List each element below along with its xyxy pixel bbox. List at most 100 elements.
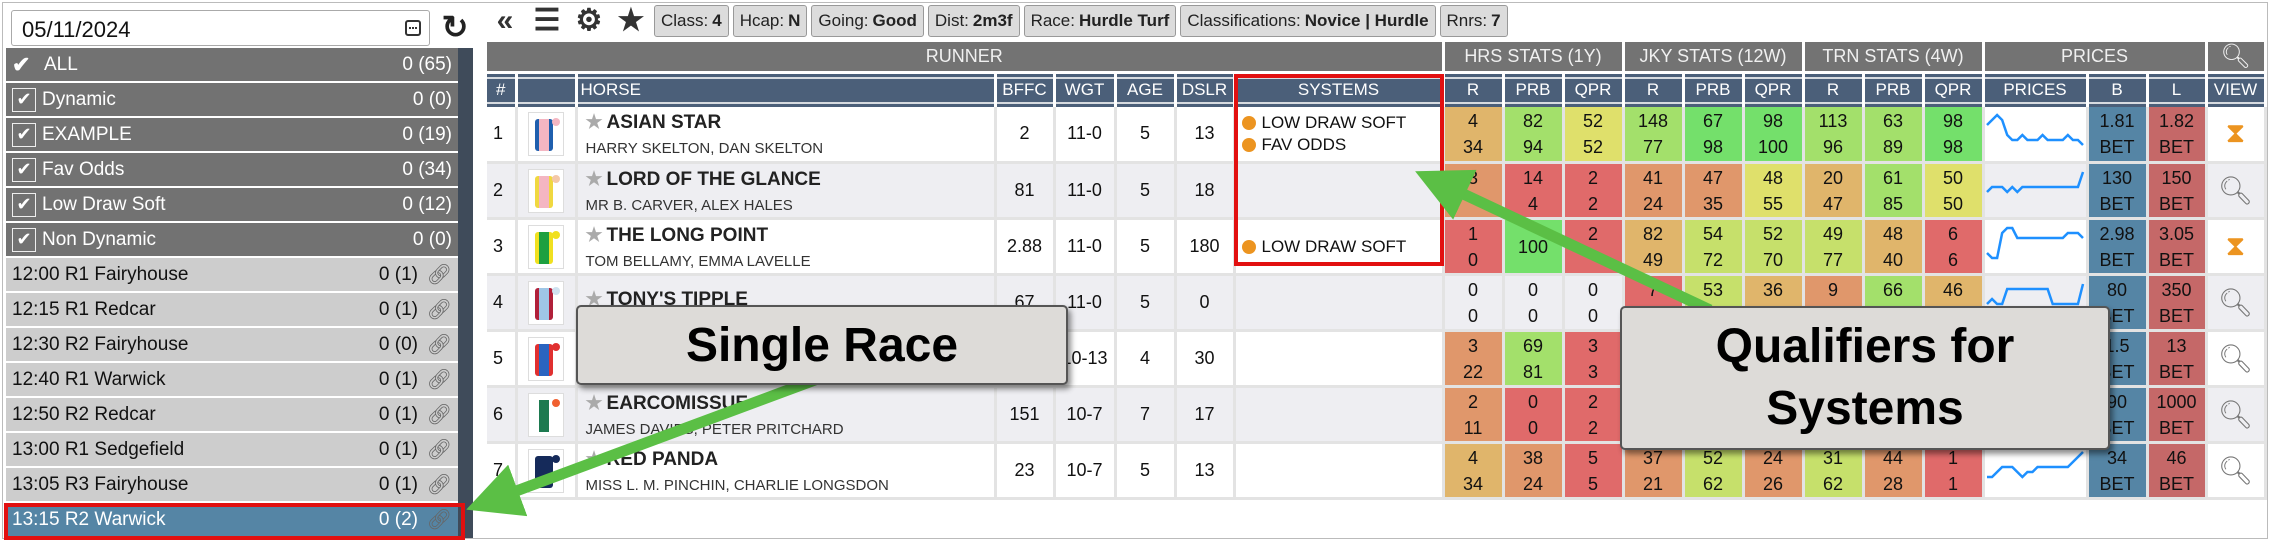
hourglass-icon[interactable]: ⧗ [2226,117,2246,148]
favourite-star-icon[interactable]: ★ [586,449,603,470]
column-header[interactable]: B [2087,71,2149,107]
lay-bet-button[interactable]: 13 BET [2147,330,2208,388]
filter-item[interactable]: ✔ EXAMPLE 0 (19) [6,118,458,151]
checkbox[interactable]: ✔ [12,122,36,147]
lay-bet-button[interactable]: 46 BET [2147,442,2208,500]
column-header[interactable]: R [1443,71,1505,107]
race-item[interactable]: 13:00 R1 Sedgefield 0 (1) 🔗︎ [6,433,458,466]
horse-name[interactable]: ★ LORD OF THE GLANCE [586,168,994,191]
view-cell[interactable]: 🔍︎ [2206,162,2267,220]
horse-name-text[interactable]: RED PANDA [607,449,719,470]
column-header[interactable]: DSLR [1175,71,1236,107]
lay-bet-button[interactable]: 3.05 BET [2147,218,2208,276]
runner-row[interactable]: 2 ★ LORD OF THE GLANCE MR B. CARVER, ALEX H… [487,162,2267,220]
hourglass-icon[interactable]: ⧗ [2226,230,2246,261]
column-header[interactable]: QPR [1563,71,1625,107]
runner-row[interactable]: 7 ★ RED PANDA MISS L. M. PINCHIN, CHARLIE L… [487,442,2267,500]
horse-name-text[interactable]: THE LONG POINT [607,225,769,246]
checkbox[interactable]: ✔ [12,192,36,217]
column-header[interactable]: BFFC [995,71,1056,107]
checkbox[interactable]: ✔ [12,157,36,182]
horse-name[interactable]: ★ EARCOMISSUE [586,392,994,415]
link-icon[interactable]: 🔗︎ [426,262,452,287]
sidebar-scrollbar[interactable] [458,48,473,538]
filter-item[interactable]: ✔ Fav Odds 0 (34) [6,153,458,186]
race-item[interactable]: 13:15 R2 Warwick 0 (2) 🔗︎ [6,503,458,536]
column-header[interactable]: QPR [1923,71,1985,107]
runner-row[interactable]: 1 ★ ASIAN STAR HARRY SKELTON, DAN SKELTON 2 1… [487,106,2267,164]
refresh-icon[interactable]: ↻ [438,10,472,44]
column-header[interactable]: R [1623,71,1685,107]
link-icon[interactable]: 🔗︎ [426,402,452,427]
runner-row[interactable]: 3 ★ THE LONG POINT TOM BELLAMY, EMMA LAVELL… [487,218,2267,276]
favourite-star-icon[interactable]: ★ [586,225,603,246]
view-cell[interactable]: ⧗ [2206,106,2267,164]
lay-bet-button[interactable]: 1.82 BET [2147,106,2208,164]
column-header[interactable]: PRB [1863,71,1925,107]
double-check-icon[interactable]: ✔ [12,52,38,78]
checkbox[interactable]: ✔ [12,87,36,112]
horse-name[interactable]: ★ THE LONG POINT [586,224,994,247]
collapse-icon[interactable]: « [486,5,524,37]
search-icon[interactable]: 🔍︎ [2218,175,2254,206]
date-input[interactable]: 05/11/2024 [11,10,430,46]
view-cell[interactable]: 🔍︎ [2206,330,2267,388]
link-icon[interactable]: 🔗︎ [426,297,452,322]
race-item[interactable]: 12:00 R1 Fairyhouse 0 (1) 🔗︎ [6,258,458,291]
column-header[interactable]: QPR [1743,71,1805,107]
search-icon[interactable]: 🔍︎ [2218,343,2254,374]
column-header[interactable]: HORSE [576,71,997,107]
back-bet-button[interactable]: 2.98 BET [2087,218,2149,276]
menu-icon[interactable]: ☰ [528,5,566,37]
checkbox[interactable]: ✔ [12,227,36,252]
link-icon[interactable]: 🔗︎ [426,472,452,497]
column-header[interactable]: VIEW [2206,71,2267,107]
horse-name[interactable]: ★ ASIAN STAR [586,111,994,134]
view-cell[interactable]: 🔍︎ [2206,274,2267,332]
race-item[interactable]: 12:30 R2 Fairyhouse 0 (0) 🔗︎ [6,328,458,361]
filter-item[interactable]: ✔ ALL 0 (65) [6,48,458,81]
column-header[interactable]: WGT [1054,71,1117,107]
race-item[interactable]: 12:15 R1 Redcar 0 (1) 🔗︎ [6,293,458,326]
back-bet-button[interactable]: 1.81 BET [2087,106,2149,164]
lay-bet-button[interactable]: 350 BET [2147,274,2208,332]
column-header[interactable]: PRB [1683,71,1745,107]
column-header[interactable]: SYSTEMS [1234,71,1445,107]
horse-name[interactable]: ★ RED PANDA [586,448,994,471]
view-cell[interactable]: ⧗ [2206,218,2267,276]
back-bet-button[interactable]: 34 BET [2087,442,2149,500]
search-icon[interactable]: 🔍︎ [2206,42,2267,73]
race-item[interactable]: 12:50 R2 Redcar 0 (1) 🔗︎ [6,398,458,431]
horse-name-text[interactable]: EARCOMISSUE [607,393,748,414]
column-header[interactable]: PRICES [1983,71,2089,107]
column-header[interactable] [516,71,578,107]
link-icon[interactable]: 🔗︎ [426,367,452,392]
favourite-star-icon[interactable]: ★ [586,169,603,190]
link-icon[interactable]: 🔗︎ [426,507,452,532]
search-icon[interactable]: 🔍︎ [2218,455,2254,486]
back-bet-button[interactable]: 130 BET [2087,162,2149,220]
column-header[interactable]: AGE [1115,71,1177,107]
filter-item[interactable]: ✔ Low Draw Soft 0 (12) [6,188,458,221]
column-header[interactable]: R [1803,71,1865,107]
lay-bet-button[interactable]: 1000 BET [2147,386,2208,444]
favourite-star-icon[interactable]: ★ [586,393,603,414]
search-icon[interactable]: 🔍︎ [2218,287,2254,318]
column-header[interactable]: PRB [1503,71,1565,107]
race-item[interactable]: 13:05 R3 Fairyhouse 0 (1) 🔗︎ [6,468,458,501]
favourite-star-icon[interactable]: ★ [586,112,603,133]
view-cell[interactable]: 🔍︎ [2206,442,2267,500]
lay-bet-button[interactable]: 150 BET [2147,162,2208,220]
horse-name-text[interactable]: ASIAN STAR [607,112,722,133]
filter-item[interactable]: ✔ Dynamic 0 (0) [6,83,458,116]
column-header[interactable]: # [487,71,518,107]
view-cell[interactable]: 🔍︎ [2206,386,2267,444]
horse-name-text[interactable]: LORD OF THE GLANCE [607,169,821,190]
link-icon[interactable]: 🔗︎ [426,332,452,357]
link-icon[interactable]: 🔗︎ [426,437,452,462]
race-item[interactable]: 12:40 R1 Warwick 0 (1) 🔗︎ [6,363,458,396]
search-icon[interactable]: 🔍︎ [2218,399,2254,430]
calendar-icon[interactable] [405,20,421,36]
column-header[interactable]: L [2147,71,2208,107]
gear-icon[interactable]: ⚙ [570,5,608,37]
